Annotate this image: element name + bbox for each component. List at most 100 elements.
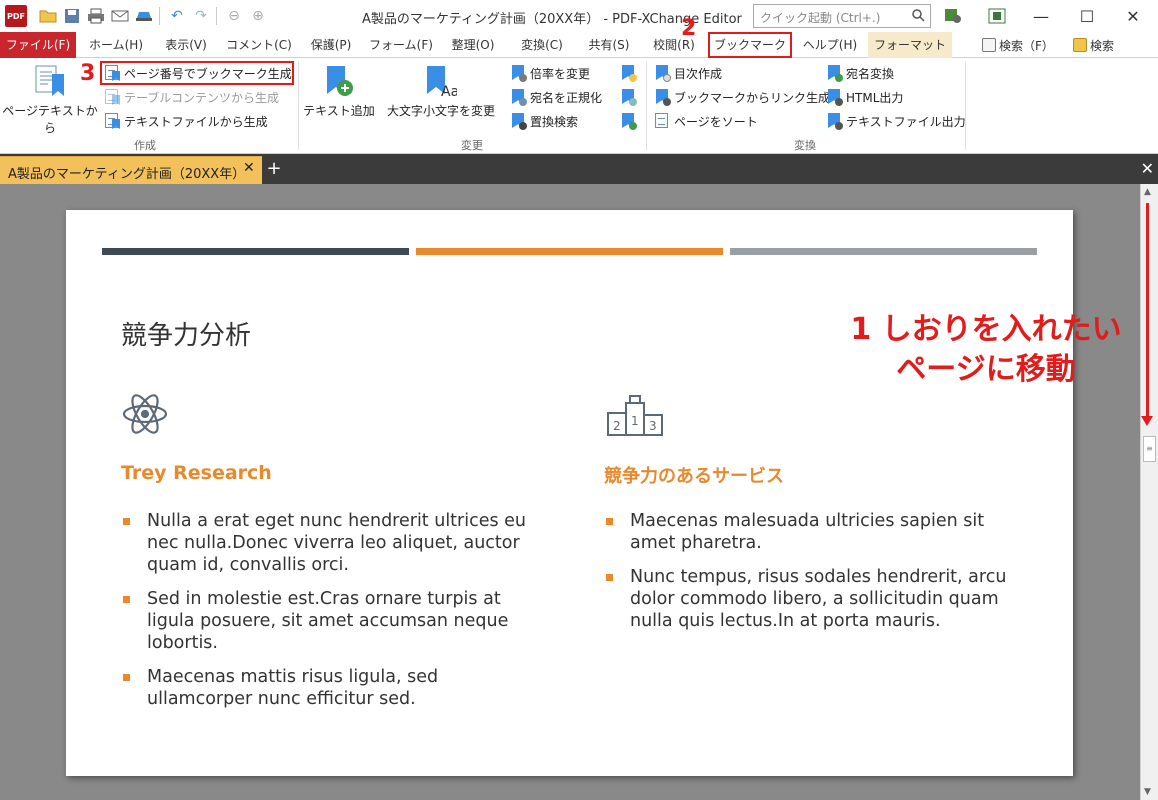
case-change-label: 大文字小文字を変更 — [386, 104, 495, 118]
find-button[interactable]: 検索（F） — [982, 32, 1054, 58]
close-document-button[interactable]: ✕ — [1141, 159, 1154, 178]
list-item: Maecenas malesuada ultricies sapien sit … — [604, 510, 1024, 554]
group-label-change: 変更 — [461, 139, 483, 152]
settings-icon[interactable] — [942, 5, 964, 27]
toc-button[interactable]: 目次作成 — [654, 62, 722, 84]
new-tab-button[interactable]: + — [264, 158, 284, 180]
normalize-icon — [510, 89, 527, 106]
slide-title: 競争力分析 — [121, 321, 252, 351]
table-contents-icon — [104, 89, 120, 105]
tab-file[interactable]: ファイル(F) — [0, 32, 76, 58]
replace-search-label: 置換検索 — [530, 114, 579, 129]
tab-protect[interactable]: 保護(P) — [300, 32, 362, 58]
fullscreen-icon[interactable] — [986, 5, 1008, 27]
tab-help[interactable]: ヘルプ(H) — [795, 32, 865, 58]
app-logo-icon: PDF — [5, 5, 27, 27]
normalize-dest-label: 宛名を正規化 — [530, 90, 603, 105]
text-file-label: テキストファイルから生成 — [124, 114, 268, 129]
replace-search-icon — [510, 113, 527, 130]
podium-icon: 2 1 3 — [606, 393, 664, 440]
folder-open-icon[interactable] — [37, 5, 59, 27]
html-export-label: HTML出力 — [846, 90, 904, 105]
convert-dest-label: 宛名変換 — [846, 66, 895, 81]
table-contents-button[interactable]: テーブルコンテンツから生成 — [104, 86, 279, 108]
tab-form[interactable]: フォーム(F) — [365, 32, 437, 58]
atom-icon — [121, 390, 169, 441]
tab-convert[interactable]: 変換(C) — [509, 32, 575, 58]
close-button[interactable]: ✕ — [1110, 0, 1156, 32]
link-icon — [654, 89, 671, 106]
email-icon[interactable] — [109, 5, 131, 27]
sort-pages-label: ページをソート — [674, 114, 758, 129]
pdf-page: 競争力分析 2 1 3 Trey Research Nulla a erat e… — [66, 210, 1073, 776]
document-tab-title: A製品のマーケティング計画（20XX年） — [8, 167, 246, 182]
toc-icon — [654, 65, 671, 82]
normalize-dest-button[interactable]: 宛名を正規化 — [510, 86, 602, 108]
html-export-button[interactable]: HTML出力 — [826, 86, 903, 108]
page-text-icon — [34, 64, 66, 98]
scroll-thumb[interactable]: ≡ — [1143, 436, 1156, 462]
save-icon[interactable] — [61, 5, 83, 27]
minimize-button[interactable]: — — [1018, 0, 1064, 32]
replace-search-button[interactable]: 置換検索 — [510, 110, 578, 132]
bookmark-style-button[interactable] — [620, 86, 640, 108]
bookmark-color-button[interactable] — [620, 62, 640, 84]
search-button[interactable]: 検索 — [1073, 32, 1114, 58]
tab-share[interactable]: 共有(S) — [578, 32, 640, 58]
ribbon-panel: ページテキストから ページ番号でブックマーク生成 テーブルコンテンツから生成 テ… — [0, 58, 1158, 154]
svg-text:2: 2 — [613, 419, 621, 433]
zoom-icon — [510, 65, 527, 82]
separator — [216, 7, 217, 25]
maximize-button[interactable]: ☐ — [1064, 0, 1110, 32]
nav-forward-icon[interactable]: ⊕ — [247, 5, 269, 27]
list-item: Sed in molestie est.Cras ornare turpis a… — [121, 588, 541, 654]
convert-dest-button[interactable]: 宛名変換 — [826, 62, 894, 84]
add-text-button[interactable]: テキスト追加 — [302, 64, 376, 119]
header-stripe-gray — [730, 248, 1037, 255]
tab-comment[interactable]: コメント(C) — [220, 32, 298, 58]
step-1-instruction: 1 しおりを入れたい ページに移動 — [836, 310, 1136, 390]
links-from-bookmarks-button[interactable]: ブックマークからリンク生成 — [654, 86, 830, 108]
text-export-button[interactable]: テキストファイル出力 — [826, 110, 966, 132]
document-tab[interactable]: A製品のマーケティング計画（20XX年） — [0, 156, 262, 184]
close-tab-icon[interactable]: ✕ — [243, 160, 255, 176]
bookmark-check-button[interactable] — [620, 110, 640, 132]
undo-icon[interactable]: ↶ — [166, 5, 188, 27]
quick-launch-placeholder: クイック起動 (Ctrl+.) — [760, 11, 881, 25]
scroll-down-icon[interactable]: ▼ — [1144, 787, 1151, 797]
header-stripe-orange — [416, 248, 723, 255]
table-contents-label: テーブルコンテンツから生成 — [124, 90, 280, 105]
scroll-down-arrow-annotation — [1141, 203, 1153, 426]
tab-bookmark[interactable]: ブックマーク — [708, 32, 792, 58]
html-export-icon — [826, 89, 843, 106]
right-column-heading: 競争力のあるサービス — [604, 466, 784, 487]
scroll-up-icon[interactable]: ▲ — [1144, 187, 1151, 197]
case-change-button[interactable]: Aa 大文字小文字を変更 — [378, 64, 504, 119]
search-label: 検索 — [1090, 38, 1115, 53]
nav-back-icon[interactable]: ⊖ — [223, 5, 245, 27]
step-2-marker: 2 — [681, 16, 697, 41]
sort-pages-button[interactable]: ページをソート — [654, 110, 758, 132]
scanner-icon[interactable] — [133, 5, 155, 27]
zoom-change-label: 倍率を変更 — [530, 66, 591, 81]
header-stripe-dark — [102, 248, 409, 255]
find-icon — [982, 38, 996, 52]
separator — [646, 62, 647, 150]
document-viewport[interactable]: 競争力分析 2 1 3 Trey Research Nulla a erat e… — [0, 184, 1140, 800]
vertical-scrollbar[interactable]: ▲ ≡ ▼ — [1140, 184, 1158, 800]
tab-organize[interactable]: 整理(O) — [440, 32, 506, 58]
tab-format[interactable]: フォーマット — [868, 32, 952, 58]
svg-text:Aa: Aa — [441, 84, 457, 98]
quick-launch-input[interactable]: クイック起動 (Ctrl+.) — [753, 4, 931, 28]
redo-icon[interactable]: ↷ — [190, 5, 212, 27]
tab-home[interactable]: ホーム(H) — [80, 32, 152, 58]
highlight-box — [100, 61, 294, 85]
search-icon[interactable] — [911, 8, 927, 24]
text-file-bookmark-button[interactable]: テキストファイルから生成 — [104, 110, 268, 132]
step-3-marker: 3 — [80, 61, 96, 86]
tab-view[interactable]: 表示(V) — [155, 32, 217, 58]
links-from-bookmarks-label: ブックマークからリンク生成 — [674, 90, 831, 105]
zoom-change-button[interactable]: 倍率を変更 — [510, 62, 590, 84]
print-icon[interactable] — [85, 5, 107, 27]
bookmark-check-icon — [620, 113, 637, 130]
